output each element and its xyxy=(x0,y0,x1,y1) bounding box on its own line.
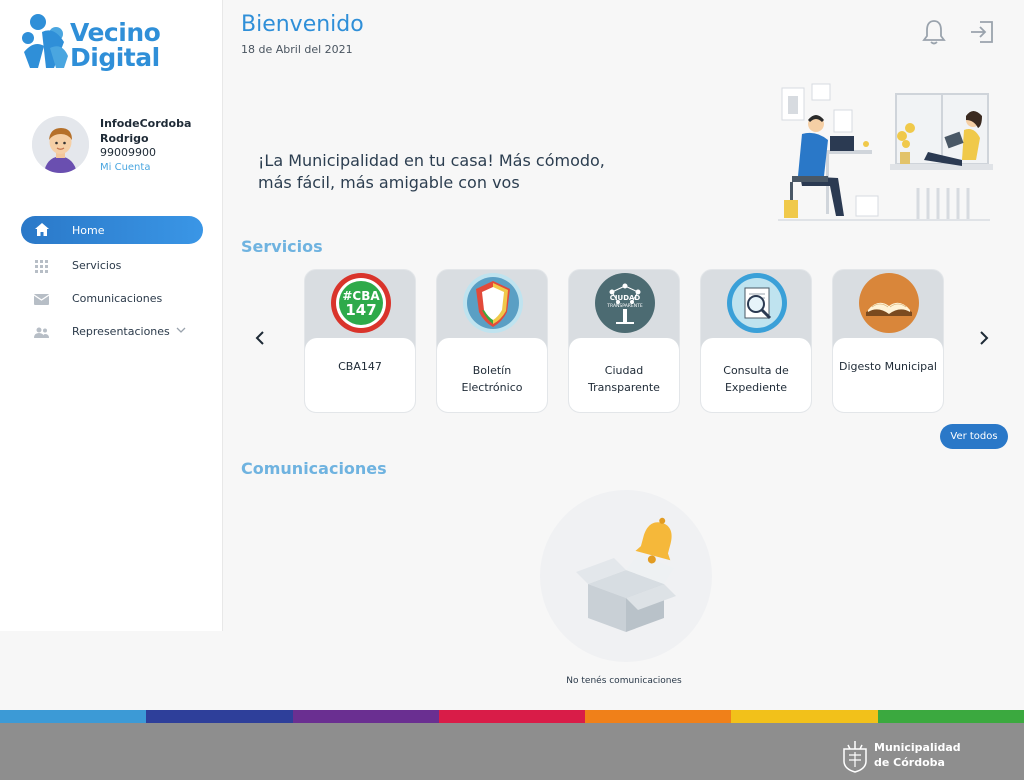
stripe-segment xyxy=(877,710,1024,723)
current-date: 18 de Abril del 2021 xyxy=(241,43,353,56)
service-card-label: CBA147 xyxy=(338,360,382,373)
stripe-segment xyxy=(438,710,586,723)
service-card-boletin[interactable]: Boletín Electrónico xyxy=(436,269,548,413)
footer-color-stripe xyxy=(0,710,1024,723)
cba147-icon: #CBA 147 xyxy=(330,272,392,334)
sidebar-item-label: Servicios xyxy=(72,259,122,272)
logo-figures-icon xyxy=(22,14,68,68)
sidebar-item-representaciones[interactable]: Representaciones xyxy=(21,316,203,349)
sidebar-item-servicios[interactable]: Servicios xyxy=(21,250,203,283)
footer-logo-text: Municipalidad de Córdoba xyxy=(874,740,961,770)
mail-icon xyxy=(34,292,49,307)
sidebar-item-comunicaciones[interactable]: Comunicaciones xyxy=(21,283,203,316)
footer-logo-line1: Municipalidad xyxy=(874,741,961,754)
my-account-link[interactable]: Mi Cuenta xyxy=(100,162,150,173)
sidebar-item-home[interactable]: Home xyxy=(21,216,203,244)
carousel-prev-button[interactable] xyxy=(250,330,270,350)
network-tree-icon: CIUDAD TRANSPARENTE xyxy=(594,272,656,334)
services-section-title: Servicios xyxy=(241,237,323,256)
home-icon xyxy=(34,222,49,237)
stripe-segment xyxy=(585,710,732,723)
grid-icon xyxy=(34,259,49,274)
chevron-down-icon[interactable] xyxy=(176,325,186,336)
chevron-right-icon xyxy=(980,331,989,345)
stripe-segment xyxy=(146,710,293,723)
svg-text:TRANSPARENTE: TRANSPARENTE xyxy=(606,303,643,309)
service-card-cba147[interactable]: #CBA 147 CBA147 xyxy=(304,269,416,413)
user-name: InfodeCordoba Rodrigo xyxy=(100,117,192,145)
service-card-ciudad-transparente[interactable]: CIUDAD TRANSPARENTE Ciudad Transparente xyxy=(568,269,680,413)
service-card-label: Digesto Municipal xyxy=(839,360,937,373)
avatar xyxy=(32,116,89,173)
view-all-services-button[interactable]: Ver todos xyxy=(940,424,1008,449)
stripe-segment xyxy=(731,710,878,723)
user-id: 99009900 xyxy=(100,146,156,159)
empty-box-bell-icon xyxy=(540,490,712,662)
home-office-illustration xyxy=(768,80,994,225)
people-working-illustration-icon xyxy=(778,83,994,221)
service-card-label: Ciudad Transparente xyxy=(588,364,660,394)
open-book-icon xyxy=(858,272,920,334)
welcome-banner-text: ¡La Municipalidad en tu casa! Más cómodo… xyxy=(258,151,605,192)
sidebar-item-label: Comunicaciones xyxy=(72,292,163,305)
communications-section-title: Comunicaciones xyxy=(241,459,387,478)
sidebar-item-label: Home xyxy=(72,224,105,237)
bell-icon[interactable] xyxy=(920,18,948,46)
stripe-segment xyxy=(292,710,439,723)
user-profile: InfodeCordoba Rodrigo 99009900 Mi Cuenta xyxy=(32,116,212,176)
city-crest-icon xyxy=(843,741,867,773)
user-avatar-icon xyxy=(32,116,89,173)
sidebar-item-label: Representaciones xyxy=(72,325,170,338)
sidebar-menu: Home Servicios Comunicaciones Representa… xyxy=(21,216,203,349)
municipalidad-cordoba-logo[interactable]: Municipalidad de Córdoba xyxy=(840,739,970,773)
chevron-left-icon xyxy=(255,331,264,345)
logo-word-digital: Digital xyxy=(70,43,160,72)
magnifier-document-icon xyxy=(726,272,788,334)
people-icon xyxy=(34,325,49,340)
footer-logo-line2: de Córdoba xyxy=(874,756,945,769)
stripe-segment xyxy=(0,710,147,723)
svg-text:147: 147 xyxy=(345,301,376,319)
service-card-digesto-municipal[interactable]: Digesto Municipal xyxy=(832,269,944,413)
vecino-digital-logo[interactable]: Vecino Digital xyxy=(20,12,170,74)
carousel-next-button[interactable] xyxy=(974,330,994,350)
logout-icon[interactable] xyxy=(968,18,996,46)
page-title: Bienvenido xyxy=(241,12,364,37)
empty-communications-message: No tenés comunicaciones xyxy=(566,676,682,686)
service-card-label: Boletín Electrónico xyxy=(461,364,523,394)
service-card-body xyxy=(305,338,415,412)
sidebar: Vecino Digital InfodeCordoba Rodrigo 990… xyxy=(0,0,223,631)
shield-icon xyxy=(462,272,524,334)
svg-text:CIUDAD: CIUDAD xyxy=(610,294,641,302)
footer: Municipalidad de Córdoba xyxy=(0,723,1024,780)
service-card-label: Consulta de Expediente xyxy=(723,364,789,394)
service-card-body xyxy=(833,338,943,412)
service-card-consulta-expediente[interactable]: Consulta de Expediente xyxy=(700,269,812,413)
empty-communications-illustration xyxy=(538,488,714,664)
